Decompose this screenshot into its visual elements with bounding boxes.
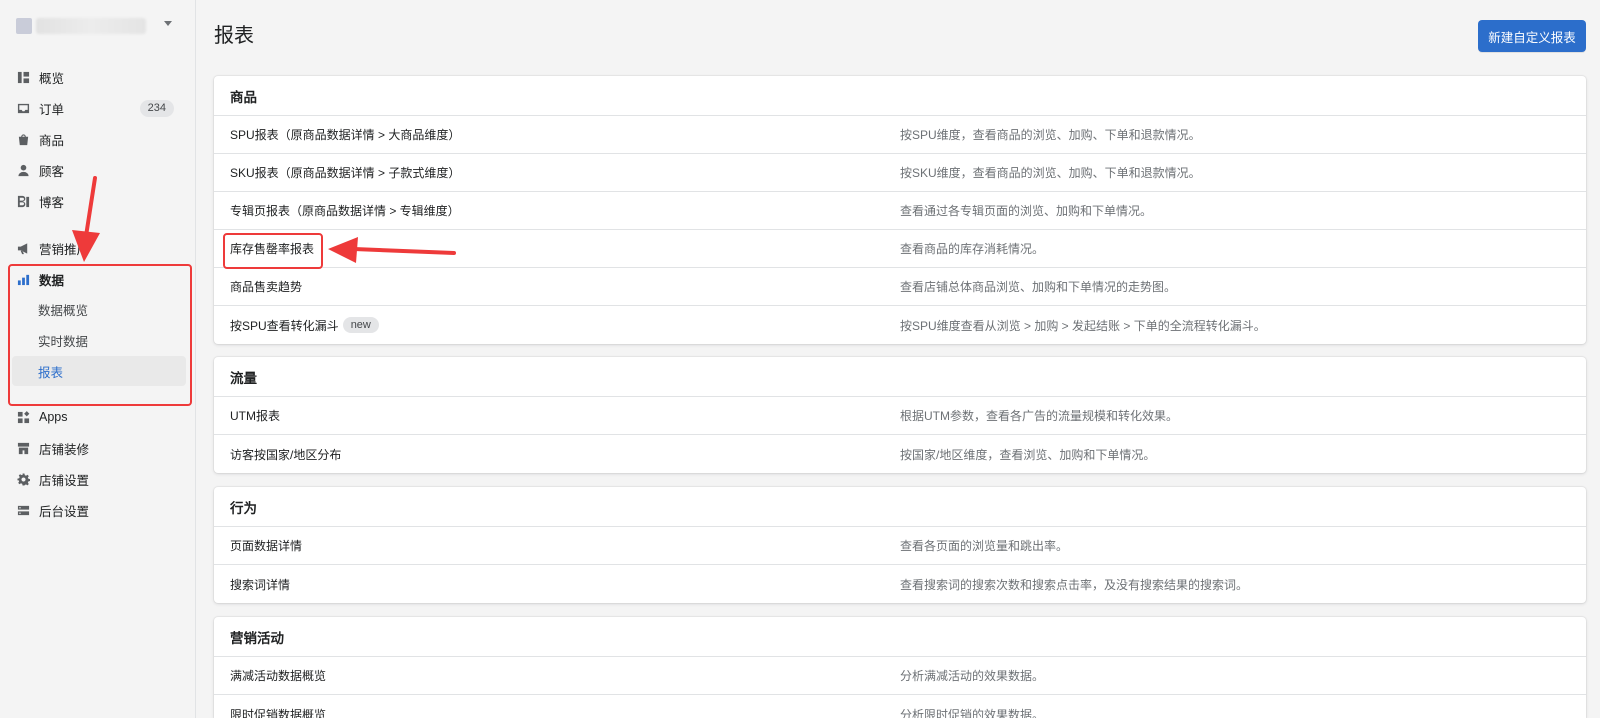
sidebar-subitem-label: 实时数据 <box>38 334 89 349</box>
report-row[interactable]: 库存售罄率报表 查看商品的库存消耗情况。 <box>214 230 1586 268</box>
report-row[interactable]: SPU报表（原商品数据详情 > 大商品维度） 按SPU维度，查看商品的浏览、加购… <box>214 116 1586 154</box>
section-title: 商品 <box>214 76 1586 116</box>
sidebar-item-orders[interactable]: 订单 234 <box>8 93 188 123</box>
report-name-with-tag[interactable]: 按SPU查看转化漏斗 new <box>230 317 379 334</box>
report-desc: 查看各页面的浏览量和跳出率。 <box>900 539 1069 553</box>
report-name[interactable]: 商品售卖趋势 <box>230 278 302 295</box>
report-row[interactable]: UTM报表 根据UTM参数，查看各广告的流量规模和转化效果。 <box>214 397 1586 435</box>
sidebar-item-label: 商品 <box>39 133 65 148</box>
report-name[interactable]: 搜索词详情 <box>230 576 290 593</box>
section-card-traffic: 流量 UTM报表 根据UTM参数，查看各广告的流量规模和转化效果。 访客按国家/… <box>214 357 1586 473</box>
report-name[interactable]: 访客按国家/地区分布 <box>230 446 341 463</box>
sidebar-item-label: 概览 <box>39 71 65 86</box>
report-desc: 分析满减活动的效果数据。 <box>900 669 1045 683</box>
store-icon <box>16 441 30 455</box>
apps-icon <box>16 410 30 424</box>
chevron-down-icon[interactable] <box>164 21 172 26</box>
report-desc: 按SPU维度查看从浏览 > 加购 > 发起结账 > 下单的全流程转化漏斗。 <box>900 318 1266 333</box>
blog-icon <box>16 194 30 208</box>
section-title: 行为 <box>214 487 1586 527</box>
report-desc: 分析限时促销的效果数据。 <box>900 707 1045 718</box>
report-name[interactable]: UTM报表 <box>230 407 280 424</box>
sidebar-item-label: 后台设置 <box>39 504 90 519</box>
orders-count-badge: 234 <box>139 100 174 117</box>
sidebar-item-store-settings[interactable]: 店铺设置 <box>8 464 188 494</box>
report-desc: 按SKU维度，查看商品的浏览、加购、下单和退款情况。 <box>900 166 1201 180</box>
sidebar-item-label: Apps <box>39 410 68 424</box>
home-icon <box>16 70 30 84</box>
store-name-blurred <box>36 18 146 34</box>
report-name[interactable]: SPU报表（原商品数据详情 > 大商品维度） <box>230 126 460 143</box>
section-card-campaigns: 营销活动 满减活动数据概览 分析满减活动的效果数据。 限时促销数据概览 分析限时… <box>214 617 1586 718</box>
sidebar-item-customers[interactable]: 顾客 <box>8 155 188 185</box>
report-desc: 查看搜索词的搜索次数和搜索点击率，及没有搜索结果的搜索词。 <box>900 577 1249 592</box>
sidebar-item-label: 店铺装修 <box>39 442 90 457</box>
sidebar-item-data[interactable]: 数据 <box>8 264 188 294</box>
bar-chart-icon <box>16 272 30 286</box>
person-icon <box>16 163 30 177</box>
sidebar-item-label: 订单 <box>39 102 65 117</box>
report-desc: 按SPU维度，查看商品的浏览、加购、下单和退款情况。 <box>900 128 1201 142</box>
report-name[interactable]: SKU报表（原商品数据详情 > 子款式维度） <box>230 164 460 181</box>
inbox-icon <box>16 101 30 115</box>
tag-icon <box>16 132 30 146</box>
section-title: 营销活动 <box>214 617 1586 657</box>
sidebar-item-label: 博客 <box>39 195 65 210</box>
section-title: 流量 <box>214 357 1586 397</box>
sidebar-subitem-label: 报表 <box>38 365 64 380</box>
report-name[interactable]: 专辑页报表（原商品数据详情 > 专辑维度） <box>230 202 460 219</box>
sidebar-item-marketing[interactable]: 营销推广 <box>8 233 188 263</box>
report-desc: 查看店铺总体商品浏览、加购和下单情况的走势图。 <box>900 280 1177 294</box>
report-name[interactable]: 页面数据详情 <box>230 537 302 554</box>
report-desc: 查看通过各专辑页面的浏览、加购和下单情况。 <box>900 204 1153 218</box>
store-logo <box>16 18 32 34</box>
report-row[interactable]: 商品售卖趋势 查看店铺总体商品浏览、加购和下单情况的走势图。 <box>214 268 1586 306</box>
report-name[interactable]: 按SPU查看转化漏斗 <box>230 317 339 334</box>
report-desc: 按国家/地区维度，查看浏览、加购和下单情况。 <box>900 447 1156 462</box>
report-row[interactable]: SKU报表（原商品数据详情 > 子款式维度） 按SKU维度，查看商品的浏览、加购… <box>214 154 1586 192</box>
report-row[interactable]: 专辑页报表（原商品数据详情 > 专辑维度） 查看通过各专辑页面的浏览、加购和下单… <box>214 192 1586 230</box>
sidebar-item-admin-settings[interactable]: 后台设置 <box>8 495 188 525</box>
report-row[interactable]: 搜索词详情 查看搜索词的搜索次数和搜索点击率，及没有搜索结果的搜索词。 <box>214 565 1586 603</box>
report-name[interactable]: 库存售罄率报表 <box>230 240 314 257</box>
report-row[interactable]: 满减活动数据概览 分析满减活动的效果数据。 <box>214 657 1586 695</box>
page-title: 报表 <box>214 25 254 47</box>
sidebar-item-overview[interactable]: 概览 <box>8 62 188 92</box>
sidebar-subitem-realtime[interactable]: 实时数据 <box>12 325 186 355</box>
gear-icon <box>16 472 30 486</box>
sidebar-item-blog[interactable]: 博客 <box>8 186 188 216</box>
report-desc: 查看商品的库存消耗情况。 <box>900 242 1045 256</box>
sidebar-subitem-reports[interactable]: 报表 <box>12 356 186 386</box>
section-card-behavior: 行为 页面数据详情 查看各页面的浏览量和跳出率。 搜索词详情 查看搜索词的搜索次… <box>214 487 1586 603</box>
sidebar-item-label: 店铺设置 <box>39 473 90 488</box>
new-badge: new <box>342 317 379 333</box>
sidebar-subitem-label: 数据概览 <box>38 303 89 318</box>
section-card-products: 商品 SPU报表（原商品数据详情 > 大商品维度） 按SPU维度，查看商品的浏览… <box>214 76 1586 344</box>
report-row[interactable]: 访客按国家/地区分布 按国家/地区维度，查看浏览、加购和下单情况。 <box>214 435 1586 473</box>
megaphone-icon <box>16 241 30 255</box>
report-desc: 根据UTM参数，查看各广告的流量规模和转化效果。 <box>900 409 1178 423</box>
sidebar-subitem-data-overview[interactable]: 数据概览 <box>12 294 186 324</box>
report-row[interactable]: 页面数据详情 查看各页面的浏览量和跳出率。 <box>214 527 1586 565</box>
report-name[interactable]: 满减活动数据概览 <box>230 667 326 684</box>
store-selector[interactable] <box>16 14 180 38</box>
sidebar-item-products[interactable]: 商品 <box>8 124 188 154</box>
new-custom-report-button[interactable]: 新建自定义报表 <box>1478 20 1586 52</box>
sidebar-item-store-design[interactable]: 店铺装修 <box>8 433 188 463</box>
report-row[interactable]: 限时促销数据概览 分析限时促销的效果数据。 <box>214 695 1586 718</box>
sidebar-item-label: 数据 <box>39 273 65 288</box>
server-icon <box>16 503 30 517</box>
sidebar-item-label: 顾客 <box>39 164 65 179</box>
sidebar-item-apps[interactable]: Apps <box>8 402 188 432</box>
sidebar-item-label: 营销推广 <box>39 242 90 257</box>
report-row[interactable]: 按SPU查看转化漏斗 new 按SPU维度查看从浏览 > 加购 > 发起结账 >… <box>214 306 1586 344</box>
sidebar: 概览 订单 234 商品 顾客 博客 营销推广 数据 数据概览 实时数据 报表 … <box>0 0 196 718</box>
report-name[interactable]: 限时促销数据概览 <box>230 706 326 718</box>
